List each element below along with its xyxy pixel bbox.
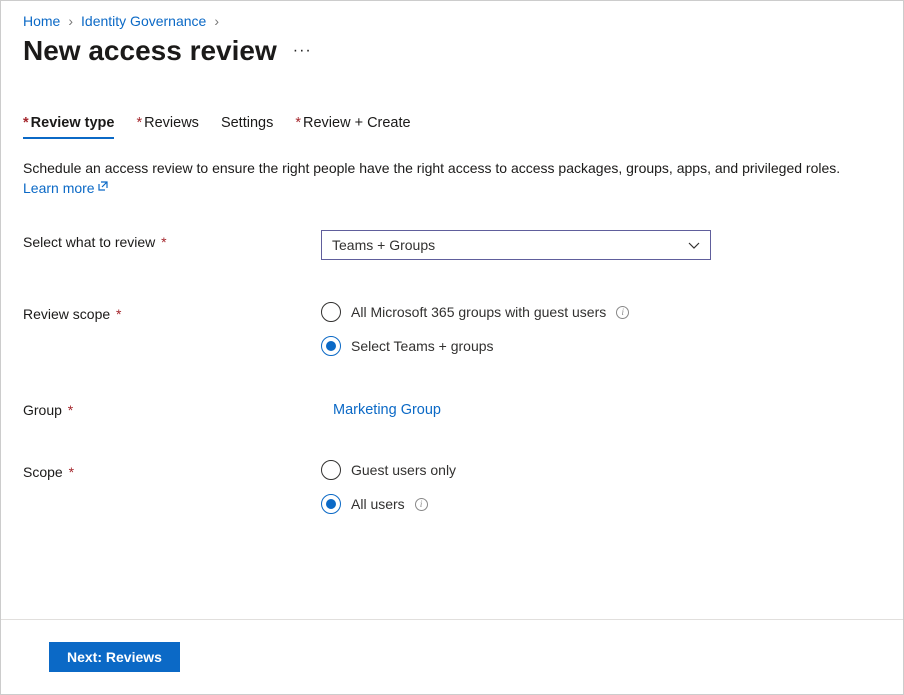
scope-option-all-users[interactable]: All users i bbox=[321, 494, 881, 514]
breadcrumb-identity-governance[interactable]: Identity Governance bbox=[81, 13, 206, 29]
wizard-tabs: *Review type *Reviews Settings *Review +… bbox=[23, 115, 881, 139]
chevron-right-icon: › bbox=[68, 13, 73, 29]
dropdown-selected-value: Teams + Groups bbox=[332, 237, 435, 253]
tab-reviews-label: Reviews bbox=[144, 115, 199, 131]
group-label: Group * bbox=[23, 398, 321, 418]
info-icon[interactable]: i bbox=[415, 498, 428, 511]
info-icon[interactable]: i bbox=[616, 306, 629, 319]
radio-label: Select Teams + groups bbox=[351, 338, 494, 354]
tab-settings-label: Settings bbox=[221, 115, 273, 131]
learn-more-link[interactable]: Learn more bbox=[23, 179, 109, 199]
review-scope-label: Review scope * bbox=[23, 302, 321, 322]
required-asterisk: * bbox=[23, 115, 29, 131]
review-scope-option-all-groups[interactable]: All Microsoft 365 groups with guest user… bbox=[321, 302, 881, 322]
breadcrumb-home[interactable]: Home bbox=[23, 13, 60, 29]
scope-radio-group: Guest users only All users i bbox=[321, 460, 881, 514]
tab-review-create-label: Review + Create bbox=[303, 115, 411, 131]
learn-more-label: Learn more bbox=[23, 179, 95, 199]
required-asterisk: * bbox=[136, 115, 142, 131]
required-asterisk: * bbox=[64, 402, 73, 418]
next-reviews-button[interactable]: Next: Reviews bbox=[49, 642, 180, 672]
chevron-down-icon bbox=[688, 239, 700, 251]
external-link-icon bbox=[97, 180, 109, 197]
scope-option-guest-users-only[interactable]: Guest users only bbox=[321, 460, 881, 480]
review-scope-option-select-teams-groups[interactable]: Select Teams + groups bbox=[321, 336, 881, 356]
radio-icon bbox=[321, 494, 341, 514]
description-text: Schedule an access review to ensure the … bbox=[23, 159, 881, 198]
tab-reviews[interactable]: *Reviews bbox=[136, 115, 198, 139]
radio-icon bbox=[321, 460, 341, 480]
required-asterisk: * bbox=[295, 115, 301, 131]
select-what-to-review-label: Select what to review * bbox=[23, 230, 321, 250]
chevron-right-icon: › bbox=[214, 13, 219, 29]
radio-icon bbox=[321, 336, 341, 356]
radio-icon bbox=[321, 302, 341, 322]
review-scope-radio-group: All Microsoft 365 groups with guest user… bbox=[321, 302, 881, 356]
select-what-to-review-dropdown[interactable]: Teams + Groups bbox=[321, 230, 711, 260]
more-icon[interactable]: ··· bbox=[293, 42, 312, 60]
review-type-form: Select what to review * Teams + Groups R… bbox=[23, 230, 881, 514]
selected-group-link[interactable]: Marketing Group bbox=[333, 398, 441, 418]
scope-label: Scope * bbox=[23, 460, 321, 480]
tab-review-type-label: Review type bbox=[31, 115, 115, 131]
breadcrumb: Home › Identity Governance › bbox=[23, 13, 881, 29]
required-asterisk: * bbox=[157, 234, 166, 250]
required-asterisk: * bbox=[112, 306, 121, 322]
radio-label: All users bbox=[351, 496, 405, 512]
tab-settings[interactable]: Settings bbox=[221, 115, 273, 139]
tab-review-type[interactable]: *Review type bbox=[23, 115, 114, 139]
page-title: New access review bbox=[23, 35, 277, 67]
radio-label: Guest users only bbox=[351, 462, 456, 478]
required-asterisk: * bbox=[65, 464, 74, 480]
description-body: Schedule an access review to ensure the … bbox=[23, 160, 840, 176]
wizard-footer: Next: Reviews bbox=[1, 619, 903, 694]
tab-review-create[interactable]: *Review + Create bbox=[295, 115, 410, 139]
radio-label: All Microsoft 365 groups with guest user… bbox=[351, 304, 606, 320]
